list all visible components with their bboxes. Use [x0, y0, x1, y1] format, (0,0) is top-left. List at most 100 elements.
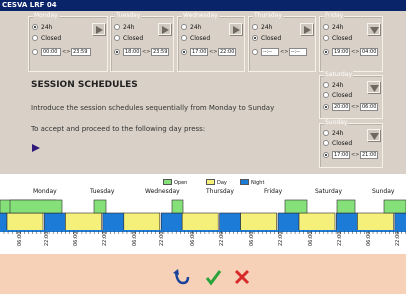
radio-icon[interactable]	[323, 24, 329, 30]
radio-icon[interactable]	[252, 35, 258, 41]
timeline-time-label: 06:00	[249, 231, 255, 246]
friday-to-time[interactable]: 04:00	[360, 48, 378, 56]
saturday-from-time[interactable]: 20:00	[332, 103, 350, 111]
night-segment	[44, 212, 66, 232]
day-segment	[181, 212, 219, 232]
night-segment	[0, 212, 8, 232]
play-icon	[32, 144, 40, 152]
timeline-day-monday: Monday	[33, 188, 57, 195]
monday-range-separator: <>	[62, 49, 71, 55]
wednesday-to-time[interactable]: 22:00	[218, 48, 236, 56]
monday-closed-option[interactable]: Closed	[32, 35, 61, 43]
monday-next-button[interactable]	[92, 23, 105, 35]
tuesday-next-button[interactable]	[158, 23, 171, 35]
thursday-closed-label: Closed	[261, 35, 282, 42]
timeline-time-label: 22:00	[159, 231, 165, 246]
friday-next-button[interactable]	[367, 23, 380, 35]
open-segment	[336, 199, 356, 214]
open-segment	[171, 199, 184, 214]
radio-icon[interactable]	[181, 24, 187, 30]
wednesday-closed-label: Closed	[190, 35, 211, 42]
monday-from-time[interactable]: 00:00	[41, 48, 61, 56]
timeline-time-label: 06:00	[73, 231, 79, 246]
monday-to-time[interactable]: 23:59	[71, 48, 91, 56]
day-title-sunday: Sunday	[324, 119, 349, 127]
day-title-monday: Monday	[33, 12, 59, 20]
check-icon[interactable]	[204, 268, 222, 286]
day-group-friday: Friday 24h Closed 19:00 <> 04:00	[319, 12, 383, 72]
arrow-right-icon	[162, 26, 169, 34]
back-icon[interactable]	[173, 268, 191, 286]
wednesday-range-separator: <>	[209, 49, 218, 55]
timeline-time-label: 06:00	[308, 231, 314, 246]
thursday-range-separator: <>	[280, 49, 289, 55]
friday-from-time[interactable]: 19:00	[332, 48, 350, 56]
legend-open: Open	[163, 179, 187, 187]
sunday-24h-option[interactable]: 24h	[323, 130, 343, 138]
main-window: CESVA LRF 04 Monday 24h Closed 00:00 <> …	[0, 0, 406, 294]
friday-closed-option[interactable]: Closed	[323, 35, 352, 43]
radio-icon[interactable]	[323, 92, 329, 98]
thursday-from-time[interactable]: --:--	[261, 48, 279, 56]
tuesday-to-time[interactable]: 23:59	[151, 48, 169, 56]
wednesday-from-time[interactable]: 17:00	[190, 48, 208, 56]
monday-24h-option[interactable]: 24h	[32, 24, 52, 32]
radio-icon[interactable]	[323, 82, 329, 88]
timeline-time-label: 06:00	[366, 231, 372, 246]
radio-icon[interactable]	[114, 35, 120, 41]
tuesday-closed-option[interactable]: Closed	[114, 35, 143, 43]
thursday-to-time[interactable]: --:--	[289, 48, 307, 56]
wednesday-closed-option[interactable]: Closed	[181, 35, 210, 43]
radio-icon[interactable]	[114, 24, 120, 30]
friday-range-radio[interactable]	[323, 49, 329, 55]
radio-icon[interactable]	[32, 24, 38, 30]
thursday-range-radio[interactable]	[252, 49, 258, 55]
tuesday-range-radio[interactable]	[114, 49, 120, 55]
open-swatch	[163, 179, 172, 185]
radio-icon[interactable]	[32, 35, 38, 41]
sunday-closed-option[interactable]: Closed	[323, 140, 352, 148]
saturday-24h-option[interactable]: 24h	[323, 82, 343, 90]
open-segment	[284, 199, 308, 214]
arrow-down-icon	[370, 85, 379, 92]
saturday-range-radio[interactable]	[323, 104, 329, 110]
timeline-chart	[0, 199, 406, 234]
monday-24h-label: 24h	[41, 24, 53, 31]
wednesday-next-button[interactable]	[229, 23, 242, 35]
radio-icon[interactable]	[323, 130, 329, 136]
day-group-monday: Monday 24h Closed 00:00 <> 23:59	[28, 12, 108, 72]
day-group-sunday: Sunday 24h Closed 17:00 <> 21:00	[319, 119, 383, 168]
radio-icon[interactable]	[181, 35, 187, 41]
night-swatch	[240, 179, 249, 185]
day-group-tuesday: Tuesday 24h Closed 18:00 <> 23:59	[110, 12, 174, 72]
saturday-next-button[interactable]	[367, 81, 380, 93]
tuesday-24h-option[interactable]: 24h	[114, 24, 134, 32]
saturday-closed-option[interactable]: Closed	[323, 92, 352, 100]
open-segment	[383, 199, 406, 214]
wednesday-24h-label: 24h	[190, 24, 202, 31]
sunday-to-time[interactable]: 21:00	[360, 151, 378, 159]
thursday-24h-option[interactable]: 24h	[252, 24, 272, 32]
day-title-tuesday: Tuesday	[115, 12, 142, 20]
arrow-right-icon	[96, 26, 103, 34]
monday-range-radio[interactable]	[32, 49, 38, 55]
cross-icon[interactable]	[233, 268, 251, 286]
radio-icon[interactable]	[252, 24, 258, 30]
radio-icon[interactable]	[323, 35, 329, 41]
wednesday-24h-option[interactable]: 24h	[181, 24, 201, 32]
wednesday-range-radio[interactable]	[181, 49, 187, 55]
footer-bar	[0, 254, 406, 294]
tuesday-from-time[interactable]: 18:00	[123, 48, 141, 56]
sunday-next-button[interactable]	[367, 129, 380, 141]
radio-icon[interactable]	[323, 140, 329, 146]
sunday-range-radio[interactable]	[323, 152, 329, 158]
thursday-closed-option[interactable]: Closed	[252, 35, 281, 43]
day-segment	[298, 212, 336, 232]
sunday-from-time[interactable]: 17:00	[332, 151, 350, 159]
saturday-to-time[interactable]: 06:00	[360, 103, 378, 111]
friday-24h-option[interactable]: 24h	[323, 24, 343, 32]
thursday-next-button[interactable]	[300, 23, 313, 35]
timeline-day-sunday: Sunday	[372, 188, 395, 195]
day-group-wednesday: Wednesday 24h Closed 17:00 <> 22:00	[177, 12, 245, 72]
timeline-time-label: 06:00	[190, 231, 196, 246]
